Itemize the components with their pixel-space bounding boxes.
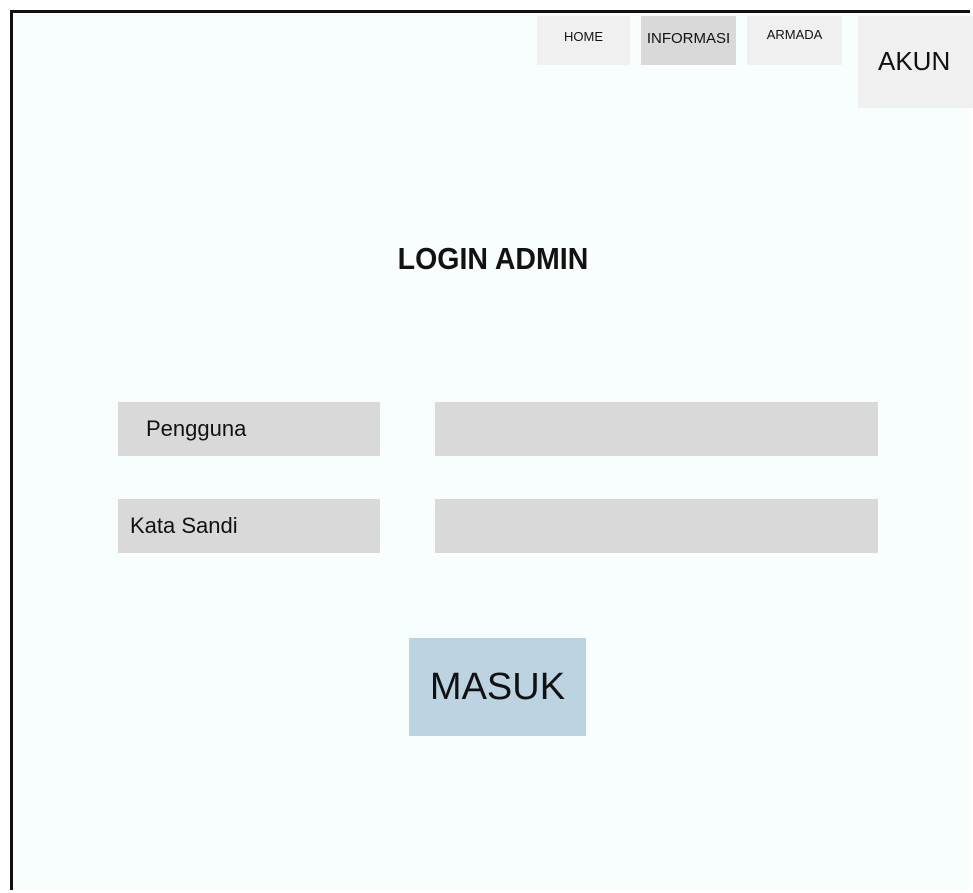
password-label: Kata Sandi	[118, 499, 380, 553]
nav-armada[interactable]: ARMADA	[747, 16, 842, 65]
nav-akun-label: AKUN	[878, 46, 951, 76]
username-label: Pengguna	[118, 402, 380, 456]
nav-home[interactable]: HOME	[537, 16, 630, 65]
app-window: HOME INFORMASI ARMADA AKUN LOGIN ADMIN P…	[10, 10, 973, 890]
nav-armada-label: ARMADA	[766, 27, 823, 42]
nav-informasi-label: INFORMASI	[646, 30, 731, 47]
username-input[interactable]	[435, 402, 878, 456]
nav-akun[interactable]: AKUN	[858, 16, 973, 108]
nav-informasi[interactable]: INFORMASI	[641, 16, 736, 65]
nav-home-label: HOME	[564, 29, 603, 44]
password-input[interactable]	[435, 499, 878, 553]
login-button[interactable]: MASUK	[409, 638, 586, 736]
page-title: LOGIN ADMIN	[397, 241, 589, 276]
